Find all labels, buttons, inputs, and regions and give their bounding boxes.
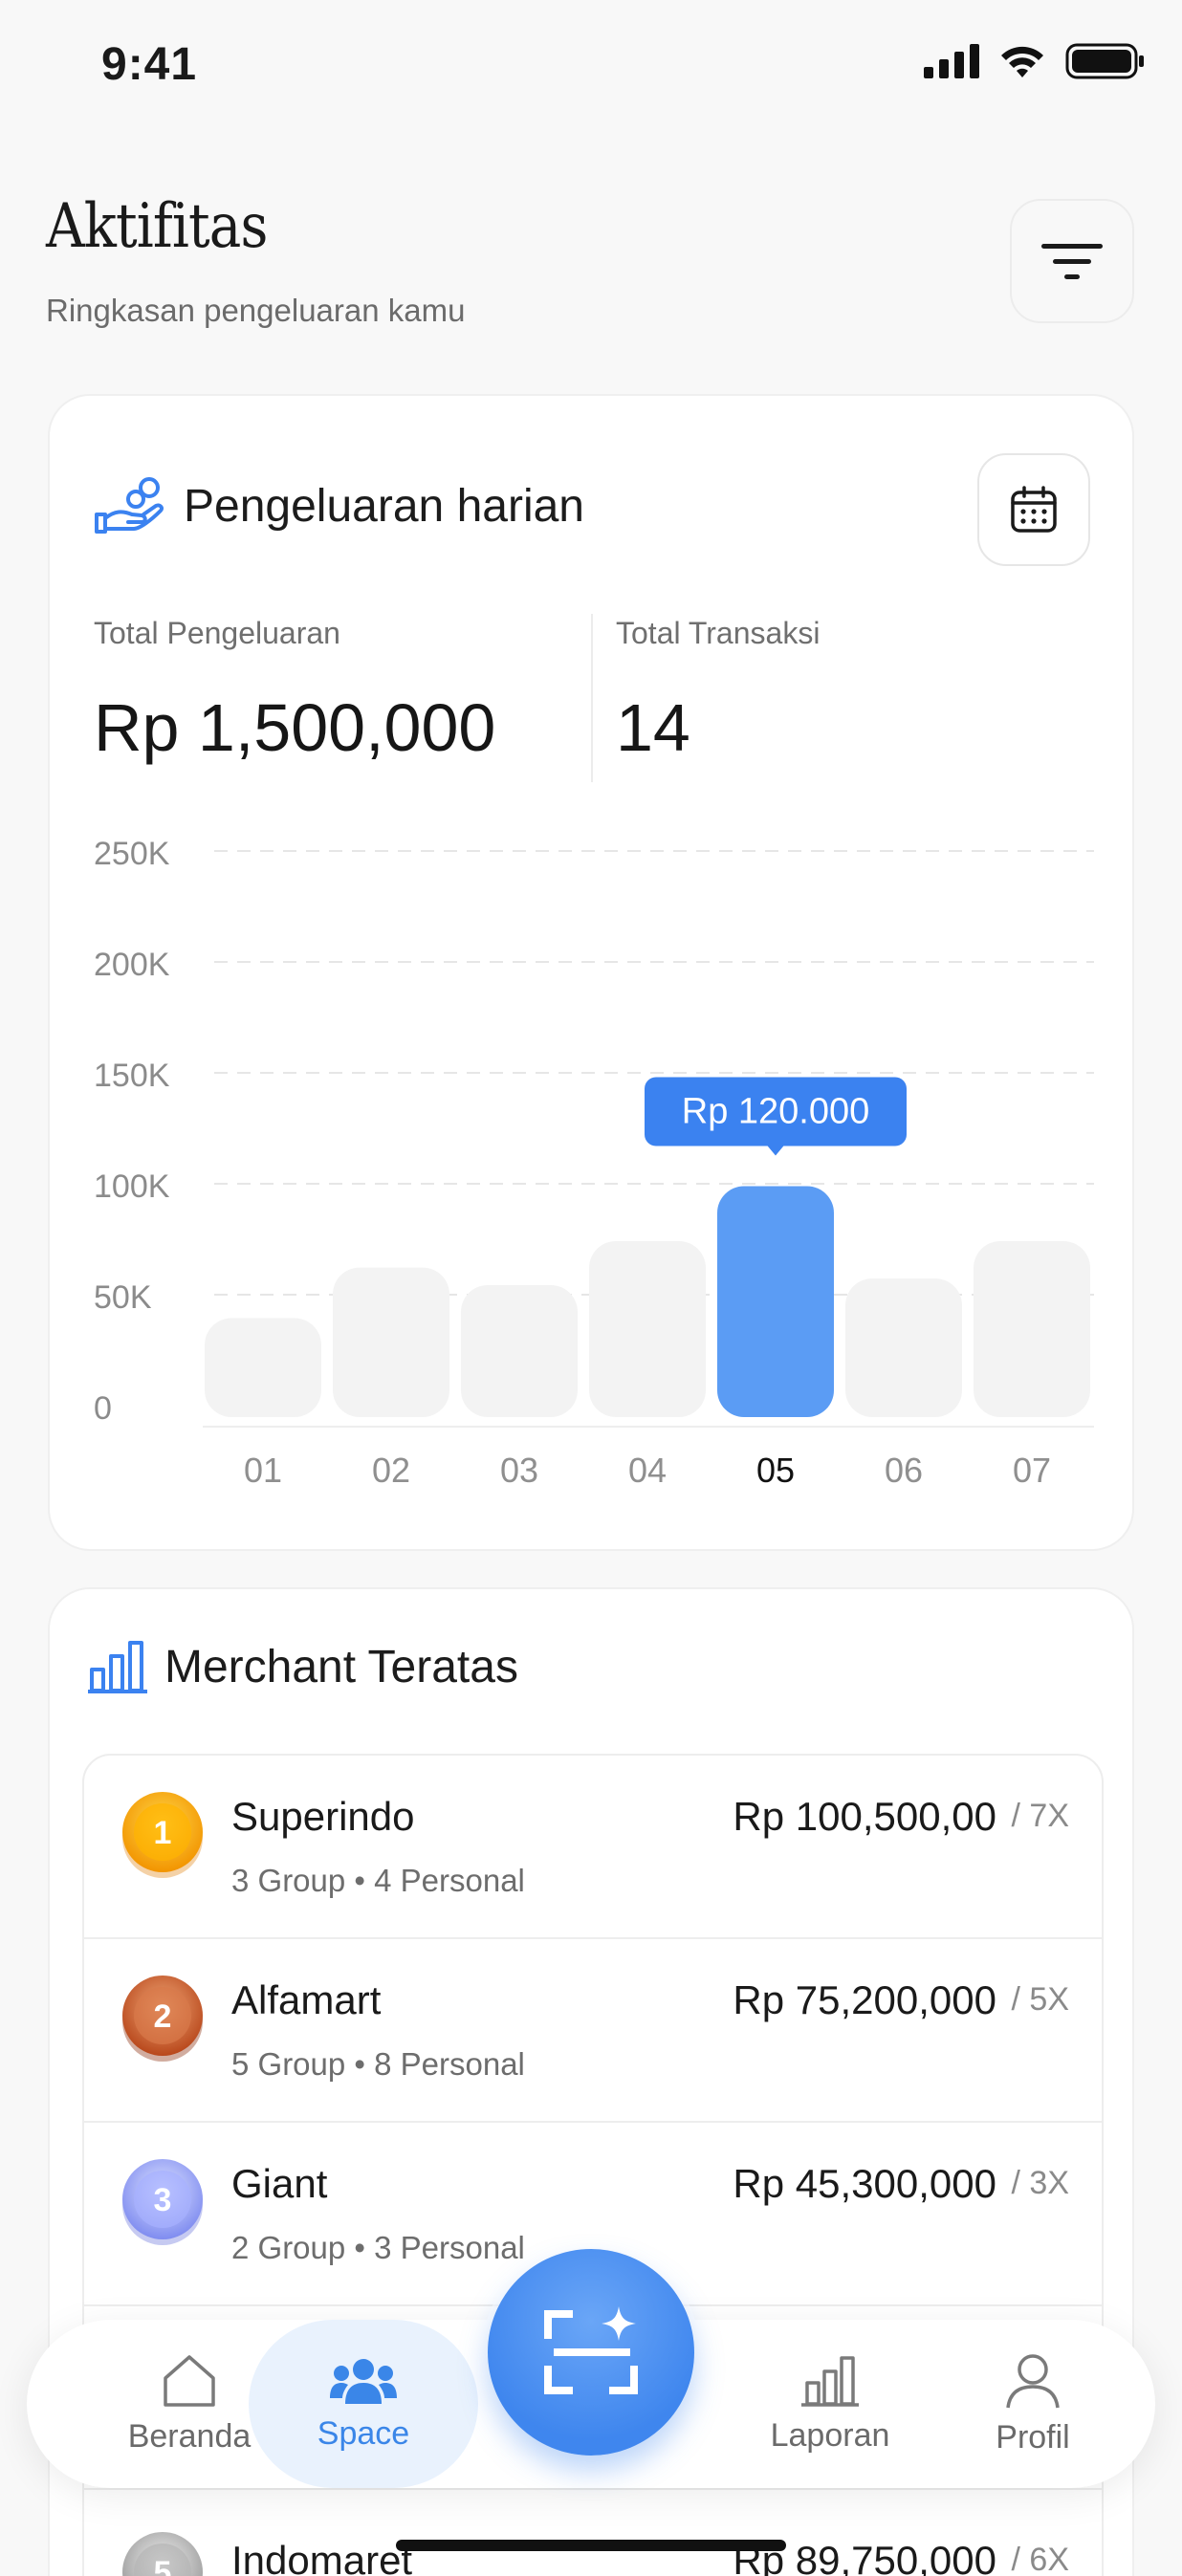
daily-spending-chart: 250K 200K 150K 100K 50K 0 01 02 03 04 05 Rp 120.000… [94,836,1094,1490]
merchant-amount: Rp 75,200,000 [733,1977,996,2022]
blue-medal-icon: 3 [122,2159,203,2245]
x-tick-label: 02 [372,1451,410,1490]
medal-rank: 1 [154,1815,172,1851]
x-tick-label: 07 [1013,1451,1051,1490]
nav-home-label: Beranda [127,2417,252,2455]
x-tick-label: 06 [885,1451,923,1490]
daily-spending-card: Pengeluaran harian Total Pengeluaran Rp … [48,394,1134,1551]
y-tick-label: 50K [94,1279,152,1316]
merchant-name: Indomaret [231,2538,413,2576]
status-time: 9:41 [101,39,198,90]
merchant-count: / 5X [1011,1981,1069,2018]
total-transactions-label: Total Transaksi [616,616,821,650]
total-spending-value: Rp 1,500,000 [94,690,496,765]
merchant-meta: 3 Group • 4 Personal [231,1863,525,1898]
medal-rank: 3 [154,2182,172,2218]
chart-tooltip-label: Rp 120.000 [682,1092,870,1132]
ai-scan-button[interactable] [488,2249,694,2456]
nav-report[interactable]: Laporan [725,2320,935,2488]
merchant-count: / 3X [1011,2165,1069,2201]
total-transactions-value: 14 [616,690,690,765]
medal-rank: 2 [154,1998,172,2035]
home-icon [164,2354,215,2407]
total-transactions-stat: Total Transaksi 14 [616,616,820,766]
medal-rank: 5 [154,2555,172,2576]
filter-icon [1041,244,1103,279]
home-indicator [396,2540,786,2551]
report-chart-icon [801,2355,859,2407]
chart-bar [845,1278,962,1417]
y-tick-label: 0 [94,1390,112,1427]
merchant-card-header: Merchant Teratas [88,1639,518,1694]
scan-sparkle-icon [544,2306,638,2394]
users-group-icon [330,2358,397,2404]
nav-profile-label: Profil [996,2418,1070,2456]
y-tick-label: 100K [94,1168,170,1205]
battery-icon [1065,43,1144,79]
merchant-name: Giant [231,2161,328,2206]
x-tick-label: 04 [628,1451,667,1490]
total-spending-label: Total Pengeluaran [94,616,340,650]
y-tick-label: 200K [94,947,170,983]
gold-medal-icon: 1 [122,1792,203,1878]
daily-card-header: Pengeluaran harian [94,476,584,535]
chart-bar [974,1241,1090,1417]
merchant-card-title: Merchant Teratas [164,1641,518,1692]
x-tick-label: 01 [244,1451,282,1490]
hand-coins-icon [95,477,164,534]
status-icons [924,42,1146,80]
total-spending-stat: Total Pengeluaran Rp 1,500,000 [94,616,495,766]
chart-bar [589,1241,706,1417]
chart-tooltip-pointer [766,1144,785,1156]
silver-medal-icon: 5 [122,2532,203,2576]
nav-space-label: Space [317,2414,410,2452]
merchant-meta: 5 Group • 8 Personal [231,2046,525,2082]
page-title: Aktifitas [46,191,268,262]
wifi-icon [1001,46,1043,77]
calendar-icon [1011,486,1057,533]
x-tick-label: 03 [500,1451,538,1490]
nav-report-label: Laporan [770,2416,890,2454]
status-bar: 9:41 [0,0,1182,134]
chart-bar [205,1318,321,1417]
daily-card-title: Pengeluaran harian [184,480,584,532]
stat-divider [591,614,593,782]
x-tick-label: 05 [756,1451,795,1490]
merchant-count: / 7X [1011,1798,1069,1834]
merchant-row[interactable]: 2 Alfamart 5 Group • 8 Personal Rp 75,20… [84,1939,1102,2123]
y-tick-label: 150K [94,1058,170,1094]
nav-profile[interactable]: Profil [928,2320,1138,2488]
merchant-row[interactable]: 5 Indomaret Rp 89,750,000 / 6X [84,2490,1102,2576]
chart-bar [461,1285,578,1417]
merchant-meta: 2 Group • 3 Personal [231,2230,525,2265]
nav-space[interactable]: Space [249,2320,478,2488]
chart-bar-selected [717,1186,834,1417]
cellular-signal-icon [924,44,979,78]
user-icon [1006,2353,1060,2408]
page-subtitle: Ringkasan pengeluaran kamu [46,293,466,328]
merchant-amount: Rp 100,500,00 [733,1794,996,1839]
bar-chart-icon [88,1641,147,1693]
chart-bar [333,1267,449,1417]
merchant-row[interactable]: 1 Superindo 3 Group • 4 Personal Rp 100,… [84,1756,1102,1939]
y-tick-label: 250K [94,836,170,872]
bronze-medal-icon: 2 [122,1976,203,2062]
calendar-button[interactable] [977,453,1090,566]
merchant-count: / 6X [1011,2542,1069,2576]
filter-button[interactable] [1010,199,1134,323]
merchant-amount: Rp 45,300,000 [733,2161,996,2206]
merchant-name: Alfamart [231,1977,382,2022]
merchant-name: Superindo [231,1794,415,1839]
